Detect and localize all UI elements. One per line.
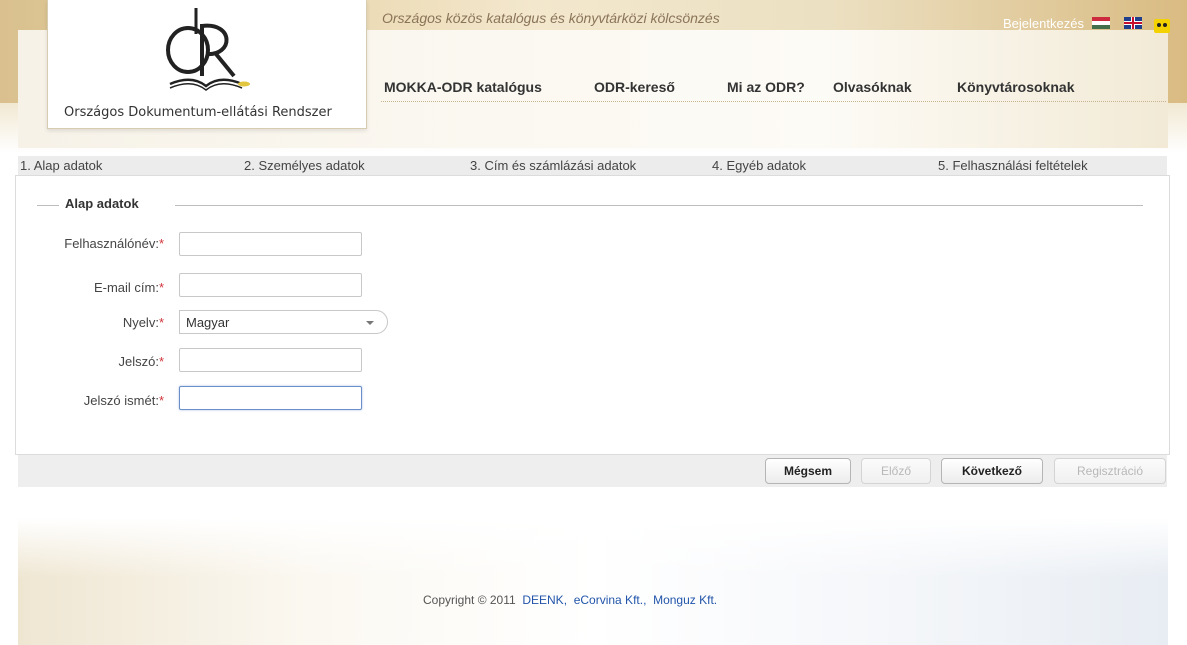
step-terms-of-use[interactable]: 5. Felhasználási feltételek	[938, 156, 1088, 175]
footer-link-monguz[interactable]: Monguz Kft.	[653, 593, 717, 607]
accessibility-icon[interactable]	[1154, 19, 1170, 33]
hu-flag-icon[interactable]	[1092, 17, 1110, 29]
cancel-button[interactable]: Mégsem	[765, 458, 851, 484]
required-marker: *	[158, 354, 164, 369]
footer-link-ecorvina[interactable]: eCorvina Kft.,	[574, 593, 647, 607]
nav-divider	[381, 101, 1166, 102]
step-basic-data[interactable]: 1. Alap adatok	[20, 156, 102, 175]
fieldset-legend: Alap adatok	[65, 196, 139, 211]
required-marker: *	[158, 236, 164, 251]
logo-text: Országos Dokumentum-ellátási Rendszer	[64, 105, 332, 120]
step-personal-data[interactable]: 2. Személyes adatok	[244, 156, 365, 175]
previous-button[interactable]: Előző	[861, 458, 931, 484]
uk-flag-icon[interactable]	[1124, 17, 1142, 29]
site-tagline: Országos közös katalógus és könyvtárközi…	[382, 10, 720, 26]
email-label: E-mail cím:*	[93, 280, 164, 295]
nav-odr-search[interactable]: ODR-kereső	[594, 79, 675, 95]
nav-mokka-catalog[interactable]: MOKKA-ODR katalógus	[384, 79, 542, 95]
fieldset-line-left	[37, 205, 59, 206]
login-link[interactable]: Bejelentkezés	[1003, 16, 1084, 31]
username-label: Felhasználónév:*	[64, 236, 164, 251]
email-field[interactable]	[179, 273, 362, 297]
nav-for-readers[interactable]: Olvasóknak	[833, 79, 912, 95]
footer-link-deenk[interactable]: DEENK,	[522, 593, 567, 607]
password-field[interactable]	[179, 348, 362, 372]
fieldset-line-right	[175, 205, 1143, 206]
footer-fade	[18, 518, 1168, 578]
language-label: Nyelv:*	[122, 315, 164, 330]
username-field[interactable]	[179, 232, 362, 256]
nav-for-librarians[interactable]: Könyvtárosoknak	[957, 79, 1074, 95]
password-confirm-field[interactable]	[179, 386, 362, 410]
register-button[interactable]: Regisztráció	[1054, 458, 1166, 484]
required-marker: *	[158, 315, 164, 330]
required-marker: *	[158, 393, 164, 408]
language-selected-value: Magyar	[186, 315, 230, 330]
password-confirm-label: Jelszó ismét:*	[83, 393, 164, 408]
odr-logo-icon	[166, 8, 250, 91]
nav-about-odr[interactable]: Mi az ODR?	[727, 79, 805, 95]
copyright-text: Copyright © 2011 DEENK, eCorvina Kft., M…	[423, 593, 717, 607]
next-button[interactable]: Következő	[941, 458, 1043, 484]
step-address-billing[interactable]: 3. Cím és számlázási adatok	[470, 156, 636, 175]
step-other-data[interactable]: 4. Egyéb adatok	[712, 156, 806, 175]
logo[interactable]: Országos Dokumentum-ellátási Rendszer	[47, 0, 367, 129]
copyright-notice: Copyright © 2011	[423, 593, 516, 607]
password-label: Jelszó:*	[118, 354, 164, 369]
language-select[interactable]: Magyar	[179, 310, 388, 334]
chevron-down-icon	[366, 321, 374, 325]
required-marker: *	[158, 280, 164, 295]
